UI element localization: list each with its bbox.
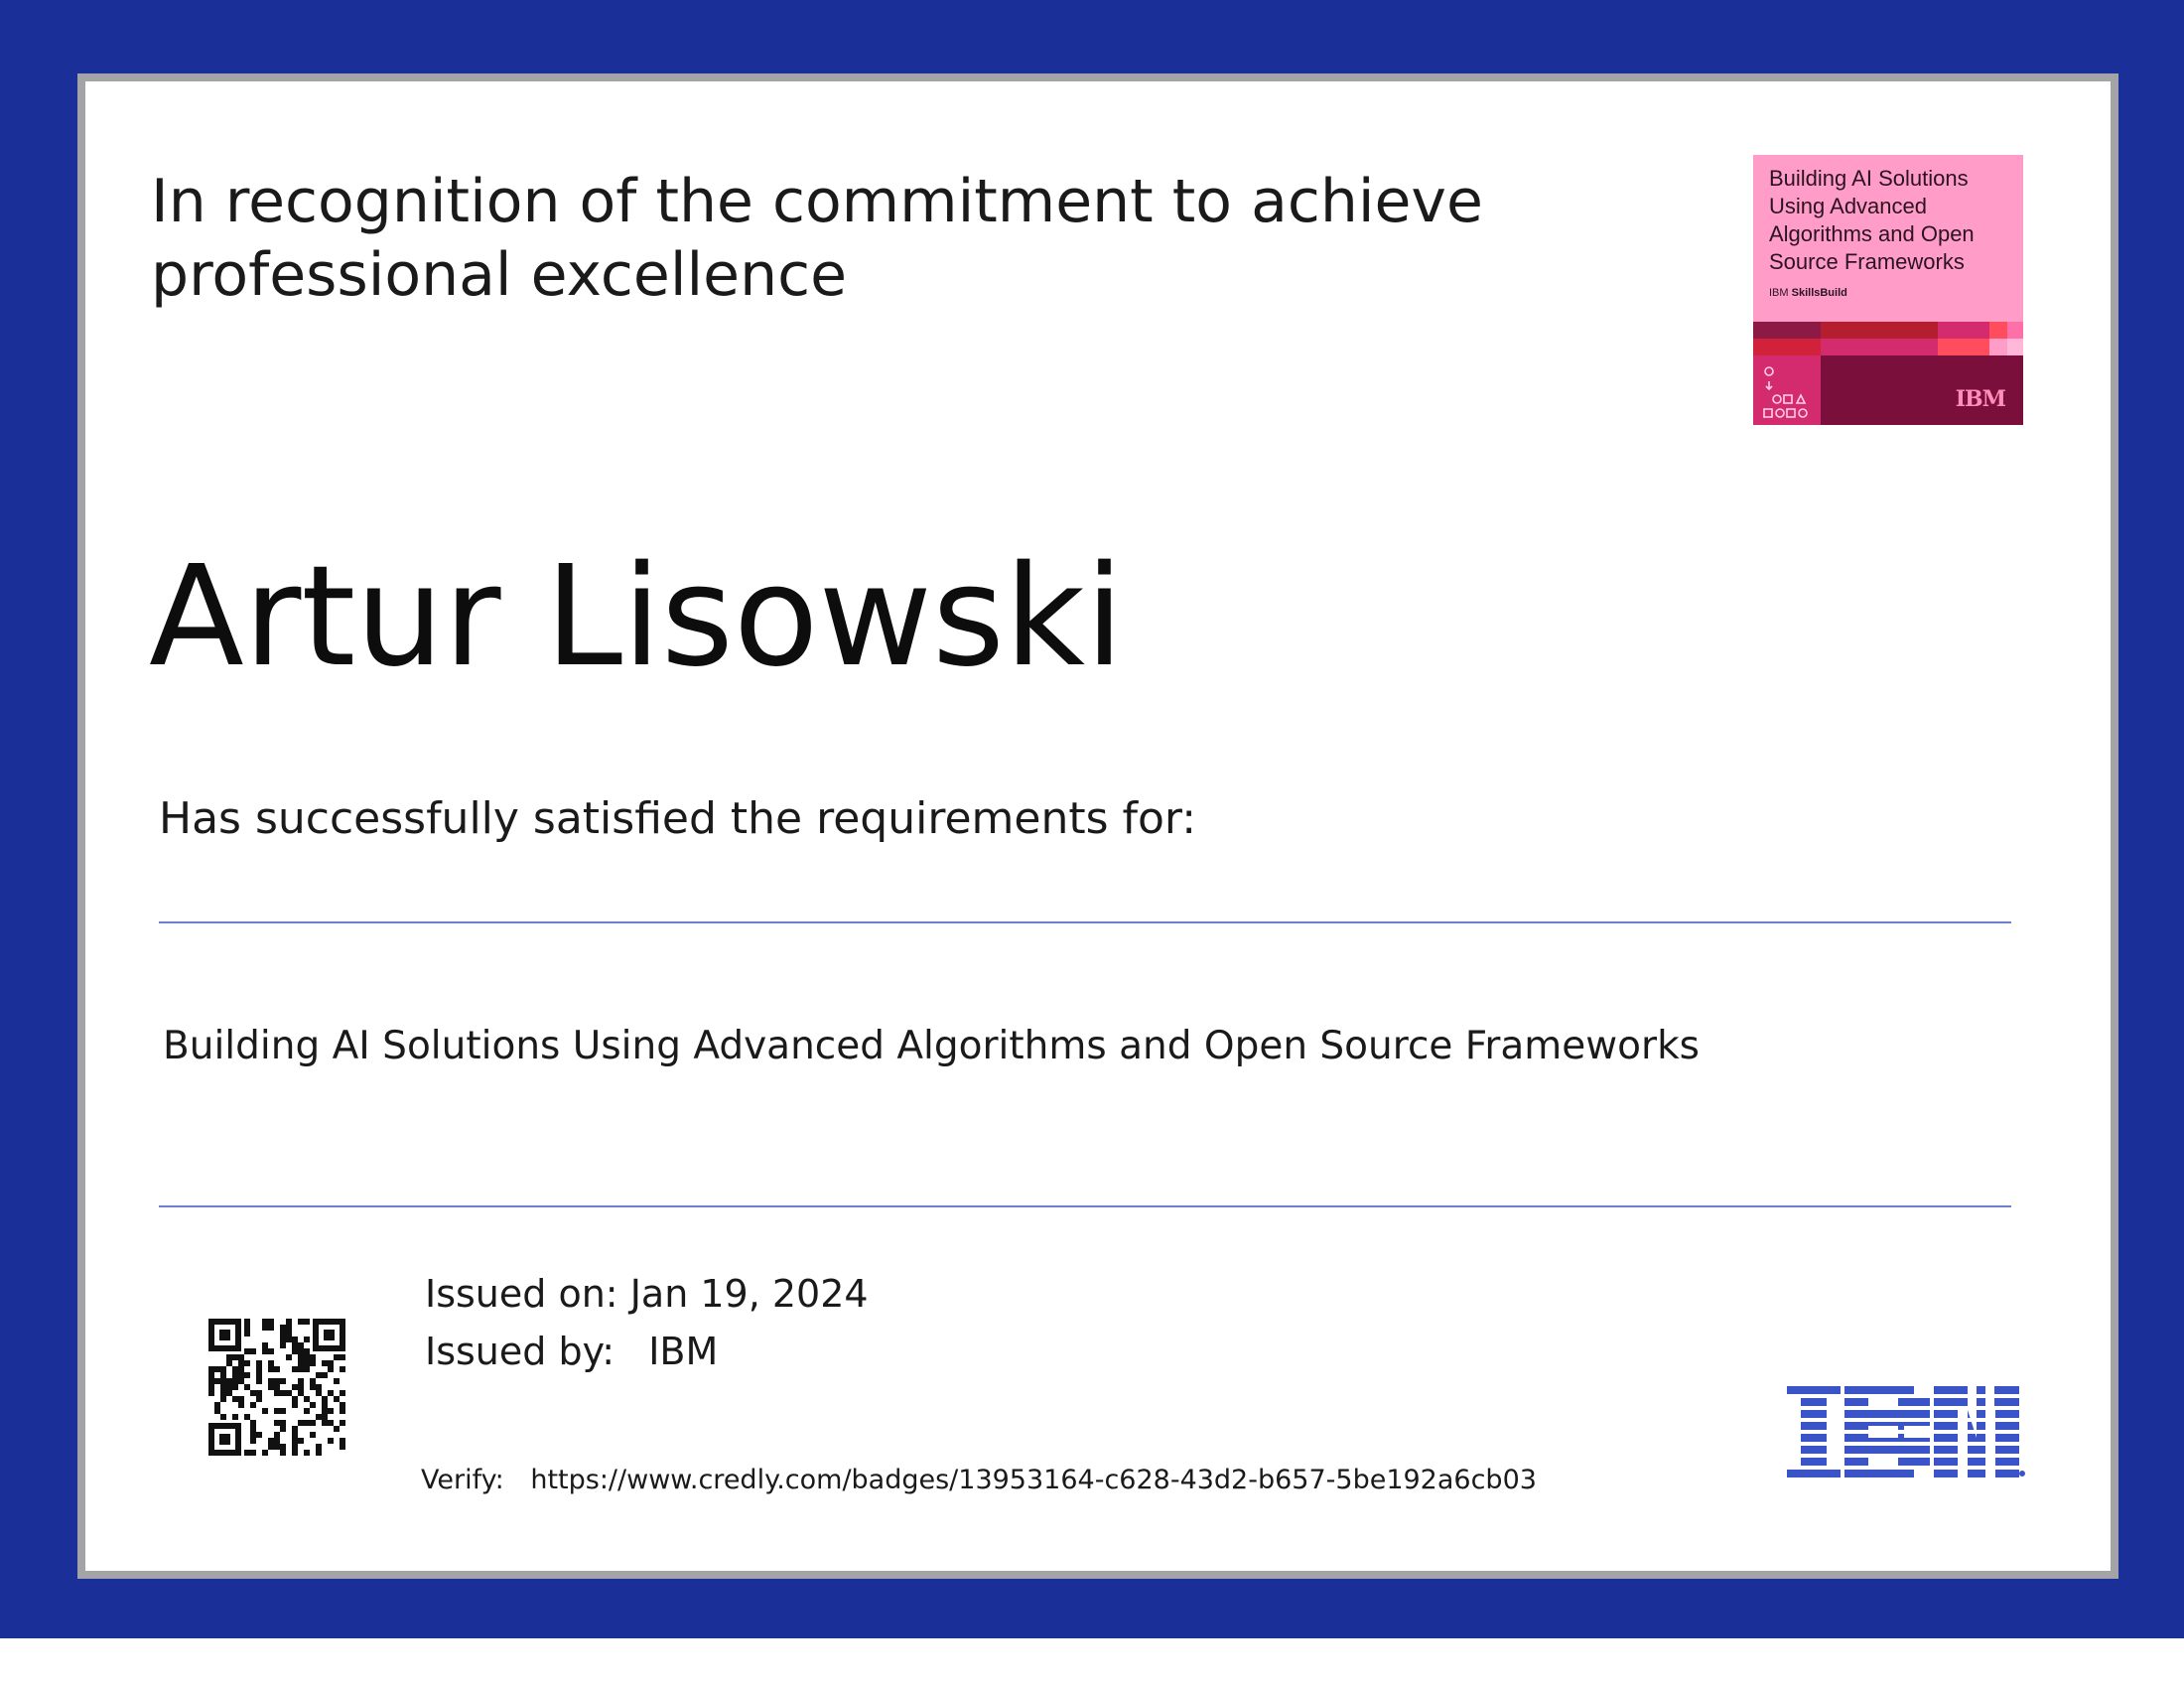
divider-bottom <box>159 1205 2011 1207</box>
requirements-text: Has successfully satisfied the requireme… <box>159 793 1197 844</box>
badge-issuer: IBM SkillsBuild <box>1769 286 1847 300</box>
qr-code-icon[interactable] <box>208 1319 345 1456</box>
verify-link[interactable]: https://www.credly.com/badges/13953164-c… <box>530 1465 1537 1495</box>
badge-issuer-program: SkillsBuild <box>1791 287 1847 299</box>
certificate-heading: In recognition of the commitment to achi… <box>151 167 1483 310</box>
badge-title: Building AI Solutions Using Advanced Alg… <box>1769 166 1975 274</box>
issued-on: Issued on: Jan 19, 2024 <box>425 1271 869 1317</box>
issued-on-label: Issued on: <box>425 1272 618 1316</box>
course-title: Building AI Solutions Using Advanced Alg… <box>163 1024 1700 1068</box>
course-badge-icon: Building AI Solutions Using Advanced Alg… <box>1753 155 2023 425</box>
divider-top <box>159 921 2011 923</box>
recipient-name: Artur Lisowski <box>149 536 1124 698</box>
issued-on-date: Jan 19, 2024 <box>629 1272 869 1316</box>
issued-by-label: Issued by: <box>425 1330 615 1373</box>
badge-ibm-logo: IBM <box>1955 386 2006 412</box>
issuer-name: IBM <box>648 1330 719 1373</box>
ibm-logo-icon <box>1787 1386 2025 1477</box>
verify-label: Verify: <box>421 1465 504 1495</box>
issued-by: Issued by: IBM <box>425 1329 718 1374</box>
badge-issuer-prefix: IBM <box>1769 287 1789 299</box>
verify-line: Verify: https://www.credly.com/badges/13… <box>421 1464 1537 1497</box>
certificate-page: In recognition of the commitment to achi… <box>0 0 2184 1688</box>
